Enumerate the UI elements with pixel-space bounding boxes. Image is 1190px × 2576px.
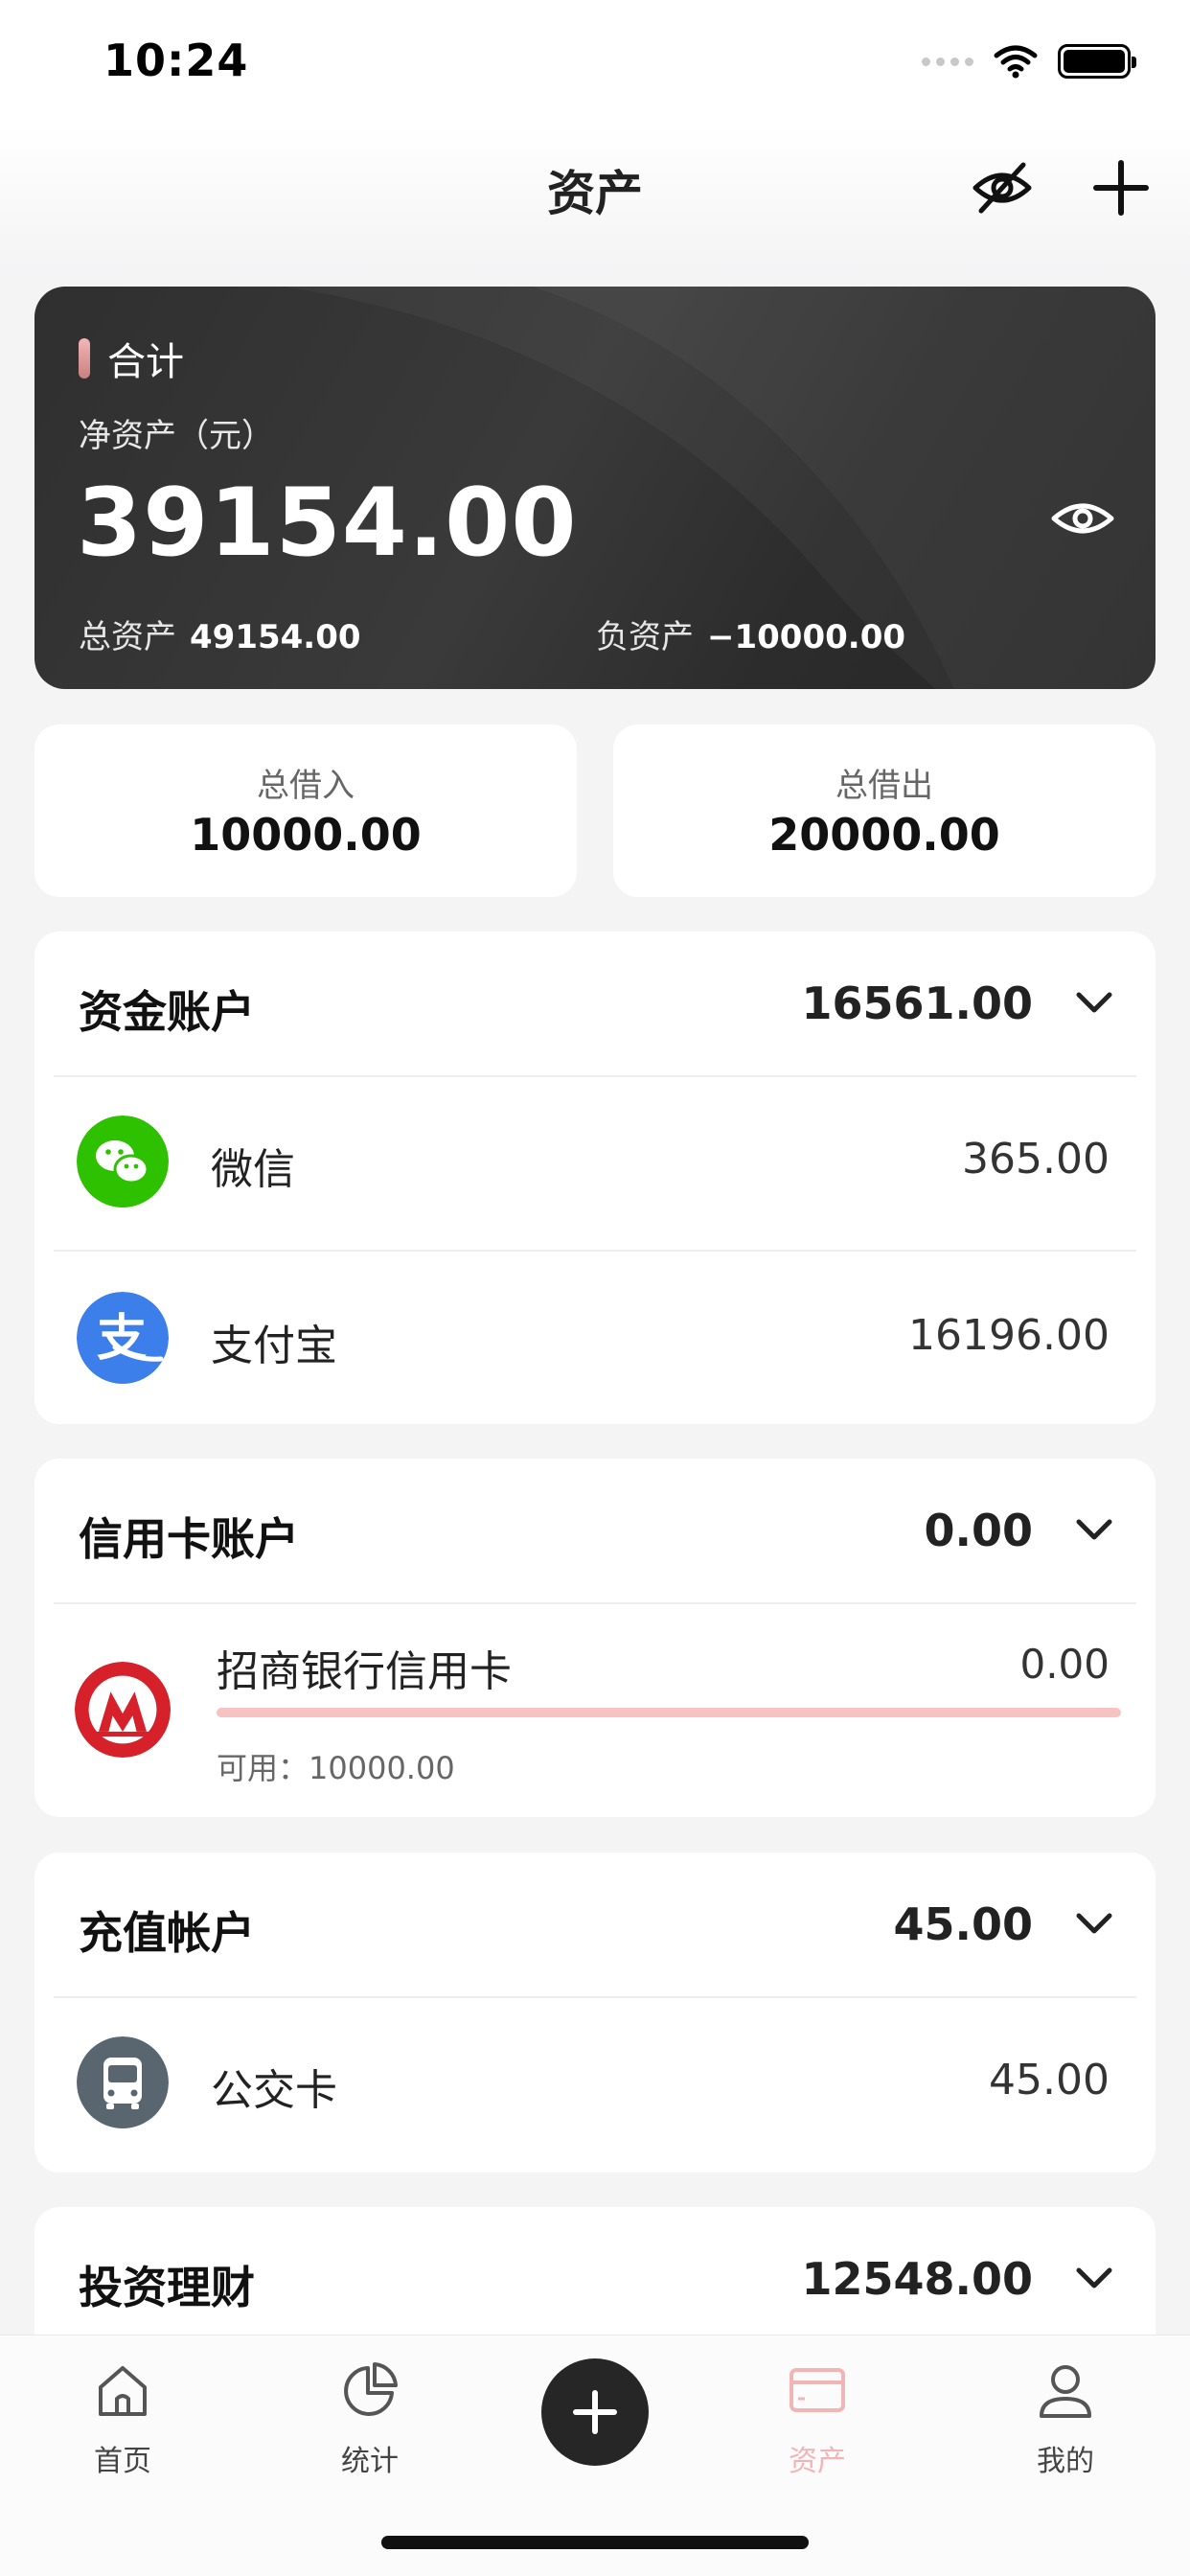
- account-name: 招商银行信用卡: [217, 1647, 512, 1696]
- add-record-button[interactable]: [541, 2358, 649, 2466]
- cmb-bank-icon: [75, 1662, 171, 1758]
- borrowed-in-value: 10000.00: [190, 809, 422, 861]
- home-indicator[interactable]: [381, 2536, 809, 2549]
- net-assets-card: 合计 净资产（元） 39154.00 总资产 49154.00 负资产 −10000…: [34, 287, 1156, 689]
- user-icon: [1040, 2365, 1091, 2418]
- card-icon: [790, 2368, 845, 2412]
- tab-label: 统计: [341, 2445, 399, 2478]
- account-row-wechat[interactable]: 微信 365.00: [34, 1077, 1156, 1250]
- wechat-icon: [77, 1116, 169, 1208]
- section-title: 投资理财: [79, 2262, 255, 2313]
- lent-out-label: 总借出: [835, 767, 933, 805]
- account-amount: 0.00: [1019, 1641, 1110, 1688]
- account-name: 公交卡: [211, 2066, 337, 2115]
- borrowed-in-card[interactable]: 总借入 10000.00: [34, 724, 577, 897]
- account-amount: 45.00: [989, 2056, 1110, 2104]
- status-time: 10:24: [103, 34, 249, 86]
- status-bar: 10:24: [0, 0, 1190, 126]
- account-name: 支付宝: [211, 1322, 337, 1370]
- credit-usage-bar: [217, 1708, 1121, 1717]
- liabilities: 负资产 −10000.00: [596, 610, 905, 657]
- section-total: 12548.00: [801, 2253, 1033, 2305]
- tab-home[interactable]: 首页: [56, 2357, 190, 2500]
- section-header[interactable]: 投资理财 12548.00: [34, 2207, 1156, 2353]
- section-header[interactable]: 充值帐户 45.00: [34, 1852, 1156, 1998]
- hide-amounts-icon[interactable]: [968, 153, 1037, 222]
- account-amount: 365.00: [962, 1135, 1110, 1184]
- total-assets-label: 总资产: [79, 618, 176, 656]
- summary-label: 合计: [107, 340, 184, 384]
- battery-icon: [1058, 44, 1136, 79]
- account-name: 微信: [211, 1145, 295, 1194]
- pie-chart-icon: [344, 2362, 398, 2416]
- home-icon: [99, 2366, 147, 2416]
- net-assets-caption: 净资产（元）: [79, 417, 274, 455]
- lent-out-value: 20000.00: [768, 809, 1000, 861]
- wifi-icon: [994, 45, 1038, 79]
- account-row-alipay[interactable]: 支 支付宝 16196.00: [34, 1252, 1156, 1424]
- section-total: 0.00: [924, 1505, 1034, 1556]
- section-header[interactable]: 资金账户 16561.00: [34, 932, 1156, 1077]
- credit-available: 可用：10000.00: [217, 1750, 455, 1786]
- tab-label: 我的: [1037, 2445, 1094, 2478]
- section-total: 16561.00: [801, 978, 1033, 1029]
- tab-statistics[interactable]: 统计: [303, 2357, 437, 2500]
- label-accent-bar: [79, 338, 90, 379]
- bus-icon: [77, 2036, 169, 2128]
- section-total: 45.00: [893, 1898, 1033, 1950]
- account-amount: 16196.00: [908, 1311, 1110, 1360]
- total-assets: 总资产 49154.00: [79, 610, 361, 657]
- section-credit-card-accounts: 信用卡账户 0.00 招商银行信用卡 0.00 可用：10000.00: [34, 1459, 1156, 1817]
- plus-icon: [573, 2390, 617, 2434]
- add-account-icon[interactable]: [1087, 153, 1156, 222]
- tab-assets[interactable]: 资产: [750, 2357, 884, 2500]
- total-assets-value: 49154.00: [190, 618, 361, 656]
- tab-label: 首页: [94, 2445, 151, 2478]
- section-title: 充值帐户: [79, 1907, 255, 1959]
- section-topup-accounts: 充值帐户 45.00 公交卡 45.00: [34, 1852, 1156, 2173]
- lent-out-card[interactable]: 总借出 20000.00: [613, 724, 1156, 897]
- section-funds-accounts: 资金账户 16561.00 微信 365.00 支 支付宝 16196.00: [34, 932, 1156, 1424]
- cellular-signal-icon: [922, 57, 973, 66]
- tab-mine[interactable]: 我的: [998, 2357, 1133, 2500]
- liabilities-label: 负资产: [596, 618, 694, 656]
- liabilities-value: −10000.00: [707, 618, 906, 656]
- alipay-icon: 支: [77, 1292, 169, 1384]
- status-icons: [922, 42, 1136, 80]
- section-title: 信用卡账户: [79, 1513, 299, 1565]
- account-row-cmb-credit-card[interactable]: 招商银行信用卡 0.00 可用：10000.00: [34, 1604, 1156, 1817]
- section-header[interactable]: 信用卡账户 0.00: [34, 1459, 1156, 1604]
- summary-label-group: 合计: [79, 331, 184, 386]
- chevron-down-icon[interactable]: [1073, 2263, 1115, 2291]
- borrowed-in-label: 总借入: [257, 767, 355, 805]
- chevron-down-icon[interactable]: [1073, 1908, 1115, 1937]
- show-amounts-icon[interactable]: [1048, 495, 1117, 541]
- chevron-down-icon[interactable]: [1073, 987, 1115, 1016]
- section-title: 资金账户: [79, 986, 255, 1038]
- nav-header: 资产: [0, 126, 1190, 270]
- net-assets-value: 39154.00: [77, 469, 578, 578]
- tab-label: 资产: [789, 2445, 846, 2478]
- chevron-down-icon[interactable]: [1073, 1514, 1115, 1543]
- account-row-bus-card[interactable]: 公交卡 45.00: [34, 1998, 1156, 2171]
